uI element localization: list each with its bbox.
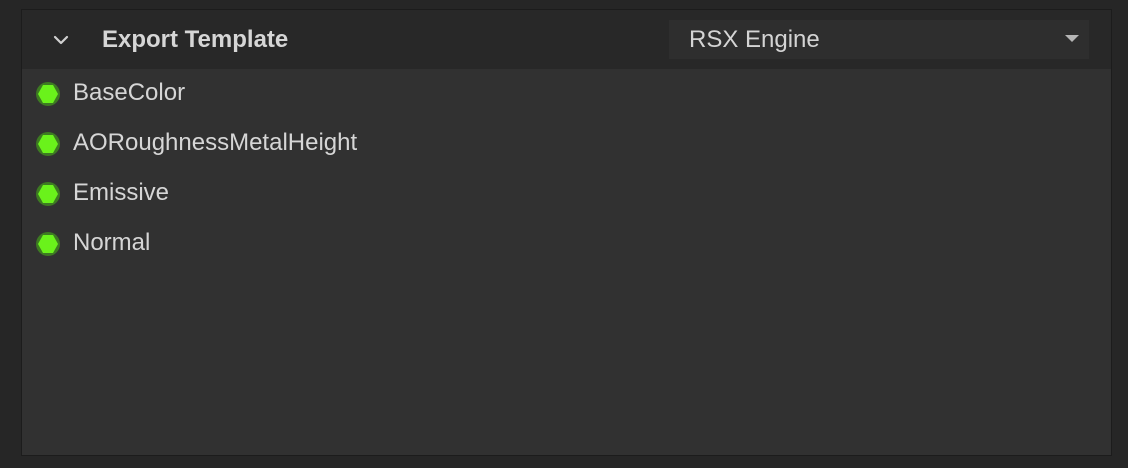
engine-dropdown-value: RSX Engine <box>689 26 820 53</box>
collapse-toggle-button[interactable] <box>48 27 74 53</box>
list-item[interactable]: Emissive <box>22 169 1111 209</box>
engine-dropdown[interactable]: RSX Engine <box>669 20 1089 59</box>
panel-header: Export Template RSX Engine <box>22 10 1111 69</box>
export-template-panel: Export Template RSX Engine BaseColor AOR… <box>21 9 1112 456</box>
hexagon-status-icon <box>36 132 60 156</box>
channel-label: Emissive <box>73 179 170 206</box>
channel-label: Normal <box>73 229 151 256</box>
caret-down-icon <box>1065 35 1079 42</box>
list-item[interactable]: BaseColor <box>22 69 1111 109</box>
list-item[interactable]: AORoughnessMetalHeight <box>22 119 1111 159</box>
hexagon-status-icon <box>36 82 60 106</box>
channel-label: AORoughnessMetalHeight <box>73 129 358 156</box>
chevron-down-icon <box>53 35 69 45</box>
hexagon-status-icon <box>36 232 60 256</box>
list-item[interactable]: Normal <box>22 219 1111 259</box>
panel-title: Export Template <box>102 26 289 53</box>
channel-label: BaseColor <box>73 79 186 106</box>
hexagon-status-icon <box>36 182 60 206</box>
